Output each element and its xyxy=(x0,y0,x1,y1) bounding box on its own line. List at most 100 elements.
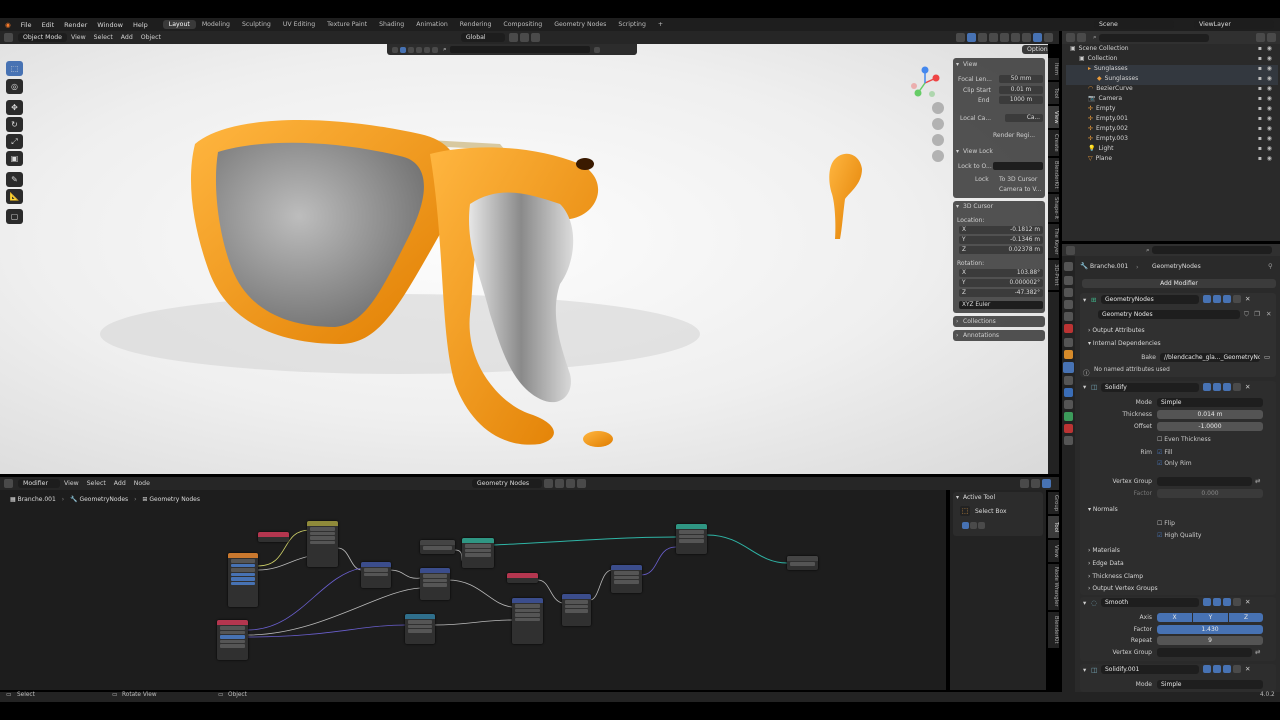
node-menu-node[interactable]: Node xyxy=(130,479,154,488)
render-camera-icon[interactable]: ▪ xyxy=(1258,85,1262,92)
outliner-item[interactable]: 💡 Light ◉ ▪ xyxy=(1066,145,1278,155)
node-greater-than[interactable] xyxy=(420,568,450,600)
gizmo-icon[interactable] xyxy=(967,33,976,42)
flip-checkbox[interactable]: ☐ Flip xyxy=(1157,520,1175,527)
menu-window[interactable]: Window xyxy=(92,21,128,29)
view-layer-selector[interactable]: ViewLayer xyxy=(1194,20,1274,29)
properties-search-field[interactable] xyxy=(1151,246,1272,254)
outliner-item[interactable]: 📷 Camera ◉ ▪ xyxy=(1066,95,1278,105)
node-distance[interactable] xyxy=(361,562,391,588)
internal-dependencies-section[interactable]: ▾ Internal Dependencies xyxy=(1088,340,1161,347)
tab-modifier-icon[interactable] xyxy=(1063,362,1074,373)
dropdown-icon[interactable] xyxy=(1233,598,1241,606)
tab-constraints-icon[interactable] xyxy=(1064,400,1073,409)
node-menu-view[interactable]: View xyxy=(60,479,83,488)
tab-blenderkit[interactable]: BlenderKit xyxy=(1048,158,1059,192)
node-separate-geometry[interactable] xyxy=(462,538,494,568)
smooth-axis-x[interactable]: X xyxy=(1157,613,1192,622)
node-wave-texture[interactable] xyxy=(228,553,258,607)
solidify-factor-field[interactable]: 0.000 xyxy=(1157,489,1263,498)
collapse-arrow-icon[interactable]: ▾ xyxy=(1083,599,1086,607)
fake-user-icon[interactable] xyxy=(543,479,553,488)
collapse-arrow-icon[interactable]: ▾ xyxy=(1083,383,1086,391)
close-icon[interactable]: ✕ xyxy=(1245,665,1250,673)
collapse-arrow-icon[interactable]: ▾ xyxy=(1083,666,1086,674)
render-camera-icon[interactable]: ▪ xyxy=(1258,135,1262,142)
node-interpolate[interactable] xyxy=(307,521,338,567)
viewport-3d[interactable]: ⌕ ⬚ ◎ ✥ ↻ ⤢ ▣ ✎ 📐 ▢ Option ▾ View Focal … xyxy=(0,44,1048,474)
menu-file[interactable]: File xyxy=(16,21,37,29)
tab-object-icon[interactable] xyxy=(1064,350,1073,359)
navigation-gizmo[interactable] xyxy=(908,66,942,100)
node-tree-selector[interactable]: Geometry Nodes xyxy=(471,479,542,488)
tab-texture-icon[interactable] xyxy=(1064,436,1073,445)
close-icon[interactable]: ✕ xyxy=(1245,295,1250,303)
cursor-loc-x[interactable]: X -0.1812 m xyxy=(959,226,1043,234)
tab-modeling[interactable]: Modeling xyxy=(196,20,236,29)
visibility-eye-icon[interactable]: ◉ xyxy=(1267,95,1272,102)
render-camera-icon[interactable]: ▪ xyxy=(1258,125,1262,132)
ortho-grid-icon[interactable] xyxy=(932,150,944,162)
edge-data-section[interactable]: › Edge Data xyxy=(1088,560,1124,567)
local-camera-field[interactable]: Ca... xyxy=(1005,114,1043,122)
tab-scene-icon[interactable] xyxy=(1064,312,1073,321)
smooth-axis-z[interactable]: Z xyxy=(1229,613,1263,622)
tab-item[interactable]: Item xyxy=(1048,58,1059,80)
outliner-editor-icon[interactable] xyxy=(1066,33,1075,42)
new-collection-icon[interactable] xyxy=(1267,33,1276,42)
node-group-output[interactable] xyxy=(787,556,818,570)
menu-select[interactable]: Select xyxy=(90,33,117,42)
edit-mode-icon[interactable] xyxy=(1203,598,1211,606)
dropdown-icon[interactable] xyxy=(1233,383,1241,391)
pin-icon[interactable] xyxy=(576,479,586,488)
tab-particles-icon[interactable] xyxy=(1064,376,1073,385)
even-thickness-checkbox[interactable]: ☐ Even Thickness xyxy=(1157,436,1211,443)
outliner-item[interactable]: ▣ Collection ◉ ▪ xyxy=(1066,55,1278,65)
tab-output-icon[interactable] xyxy=(1064,288,1073,297)
tab-sculpting[interactable]: Sculpting xyxy=(236,20,277,29)
render-camera-icon[interactable]: ▪ xyxy=(1258,145,1262,152)
edit-mode-icon[interactable] xyxy=(1203,295,1211,303)
focal-length-field[interactable]: 50 mm xyxy=(999,75,1043,83)
menu-object[interactable]: Object xyxy=(137,33,165,42)
properties-editor-icon[interactable] xyxy=(1066,245,1075,255)
zoom-icon[interactable] xyxy=(932,102,944,114)
viewport-display-icon[interactable] xyxy=(1213,598,1221,606)
outliner-item[interactable]: ◆ Sunglasses ◉ ▪ xyxy=(1066,75,1278,85)
options-button[interactable]: Options xyxy=(1022,45,1048,54)
menu-help[interactable]: Help xyxy=(128,21,153,29)
invert-vertex-group-icon[interactable]: ⇄ xyxy=(1255,477,1260,485)
scene-selector[interactable]: Scene xyxy=(1094,20,1174,29)
render-camera-icon[interactable]: ▪ xyxy=(1258,115,1262,122)
dropdown-icon[interactable] xyxy=(1233,295,1241,303)
tab-physics-icon[interactable] xyxy=(1064,388,1073,397)
cursor-rot-x[interactable]: X 103.88° xyxy=(959,269,1043,277)
node-snap-icon[interactable] xyxy=(1020,479,1029,488)
visibility-eye-icon[interactable]: ◉ xyxy=(1267,125,1272,132)
node-tab-blenderkit[interactable]: BlenderKit xyxy=(1048,612,1059,648)
node-overlay-icon[interactable] xyxy=(1031,479,1040,488)
viewport-display-icon[interactable] xyxy=(1213,295,1221,303)
render-display-icon[interactable] xyxy=(1223,383,1231,391)
close-icon[interactable]: ✕ xyxy=(1245,383,1250,391)
snap-icon[interactable] xyxy=(519,33,529,42)
output-vertex-groups-section[interactable]: › Output Vertex Groups xyxy=(1088,585,1158,592)
visibility-eye-icon[interactable]: ◉ xyxy=(1267,155,1272,162)
lock-to-object-field[interactable] xyxy=(993,162,1043,170)
collapse-arrow-icon[interactable]: ▾ xyxy=(956,61,959,68)
outliner-item[interactable]: ✢ Empty.001 ◉ ▪ xyxy=(1066,115,1278,125)
unlink-icon[interactable]: ✕ xyxy=(1266,310,1271,318)
tab-tool[interactable]: Tool xyxy=(1048,82,1059,104)
tab-3d-print[interactable]: 3D-Print xyxy=(1048,260,1059,290)
shading-rendered-icon[interactable] xyxy=(1033,33,1042,42)
node-map-range[interactable] xyxy=(512,598,543,644)
duplicate-icon[interactable] xyxy=(554,479,564,488)
bake-path-field[interactable]: //blendcache_gla..._GeometryNodes xyxy=(1160,353,1260,362)
node-vector-math[interactable] xyxy=(611,565,642,593)
tab-geometry-nodes[interactable]: Geometry Nodes xyxy=(548,20,612,29)
cursor-loc-y[interactable]: Y -0.1346 m xyxy=(959,236,1043,244)
shading-dropdown-icon[interactable] xyxy=(1044,33,1053,42)
menu-add[interactable]: Add xyxy=(117,33,137,42)
pan-hand-icon[interactable] xyxy=(932,118,944,130)
render-camera-icon[interactable]: ▪ xyxy=(1258,65,1262,72)
